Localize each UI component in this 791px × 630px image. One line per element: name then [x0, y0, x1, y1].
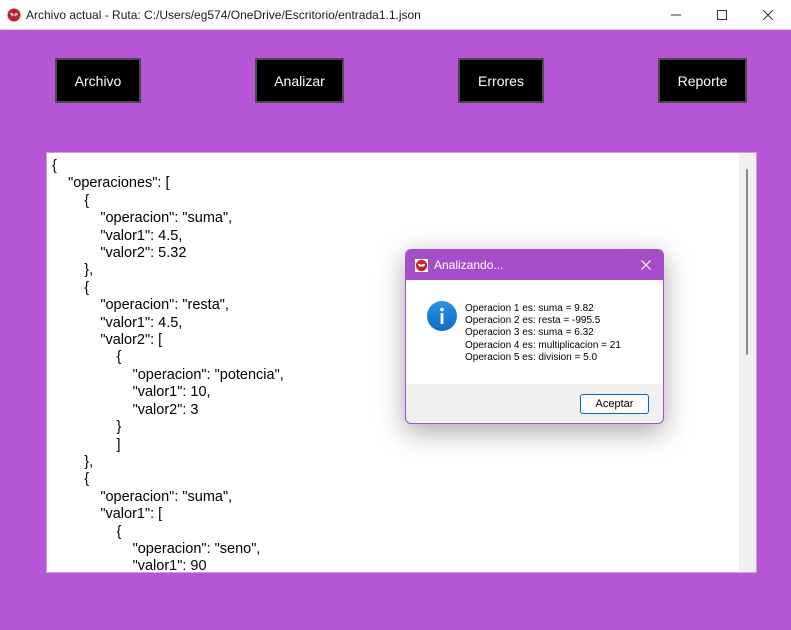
editor-line: }, — [52, 453, 94, 470]
maximize-button[interactable] — [699, 0, 745, 30]
editor-line: "operacion": "potencia", — [52, 366, 284, 383]
dialog-close-button[interactable] — [637, 256, 655, 274]
archivo-button[interactable]: Archivo — [55, 58, 141, 103]
dialog-message-line: Operacion 4 es: multiplicacion = 21 — [465, 339, 621, 351]
scrollbar-thumb[interactable] — [746, 169, 748, 355]
editor-line: ] — [52, 436, 121, 453]
editor-line: "valor1": 4.5, — [52, 314, 183, 331]
minimize-icon — [671, 14, 681, 16]
dialog-body: Operacion 1 es: suma = 9.82 Operacion 2 e… — [406, 280, 663, 384]
info-icon — [427, 301, 457, 331]
dialog-footer: Aceptar — [406, 384, 663, 423]
editor-line: "operacion": "seno", — [52, 540, 261, 557]
analizar-button[interactable]: Analizar — [255, 58, 344, 103]
errores-button[interactable]: Errores — [458, 58, 544, 103]
editor-line: "valor1": 10, — [52, 384, 211, 401]
editor-line: "valor2": 3 — [52, 401, 199, 418]
dialog-title: Analizando... — [434, 258, 504, 272]
editor-line: { — [52, 158, 57, 174]
dialog-message-line: Operacion 5 es: division = 5.0 — [465, 351, 598, 363]
editor-line: "valor2": 5.32 — [52, 245, 187, 262]
close-icon — [641, 260, 651, 270]
editor-line: { — [52, 192, 90, 209]
editor-line: "operacion": "resta", — [52, 297, 229, 314]
app-icon — [415, 258, 428, 272]
app-icon — [7, 8, 21, 21]
dialog-message-line: Operacion 1 es: suma = 9.82 — [465, 303, 594, 314]
maximize-icon — [717, 10, 727, 20]
aceptar-button[interactable]: Aceptar — [580, 394, 649, 414]
analysis-dialog: Analizando... Operacion 1 es: suma = 9.8… — [405, 249, 664, 424]
dialog-message-line: Operacion 2 es: resta = -995.5 — [465, 315, 601, 327]
editor-content[interactable]: { "operaciones": [ { "operacion": "suma"… — [52, 158, 284, 573]
editor-line: { — [52, 523, 122, 540]
close-window-button[interactable] — [745, 0, 791, 30]
dialog-message-line: Operacion 3 es: suma = 6.32 — [465, 327, 594, 339]
editor-line: "operacion": "suma", — [52, 488, 233, 505]
window-title-bar: Archivo actual - Ruta: C:/Users/eg574/On… — [0, 0, 791, 30]
editor-line: "valor1": 90 — [52, 558, 207, 573]
editor-line: }, — [52, 262, 94, 279]
editor-line: "valor2": [ — [52, 332, 163, 349]
editor-line: "valor1": [ — [52, 506, 163, 523]
editor-scrollbar[interactable] — [739, 153, 756, 572]
editor-line: "operacion": "suma", — [52, 210, 233, 227]
reporte-button[interactable]: Reporte — [658, 58, 747, 103]
editor-line: } — [52, 419, 122, 436]
dialog-title-bar: Analizando... — [406, 250, 663, 280]
editor-line: { — [52, 471, 90, 488]
editor-line: { — [52, 349, 122, 366]
minimize-button[interactable] — [653, 0, 699, 30]
editor-line: { — [52, 279, 90, 296]
editor-line: "operaciones": [ — [52, 175, 170, 192]
close-icon — [763, 10, 773, 20]
window-title: Archivo actual - Ruta: C:/Users/eg574/On… — [26, 7, 421, 22]
editor-line: "valor1": 4.5, — [52, 227, 183, 244]
dialog-message: Operacion 1 es: suma = 9.82 Operacion 2 e… — [465, 303, 621, 364]
